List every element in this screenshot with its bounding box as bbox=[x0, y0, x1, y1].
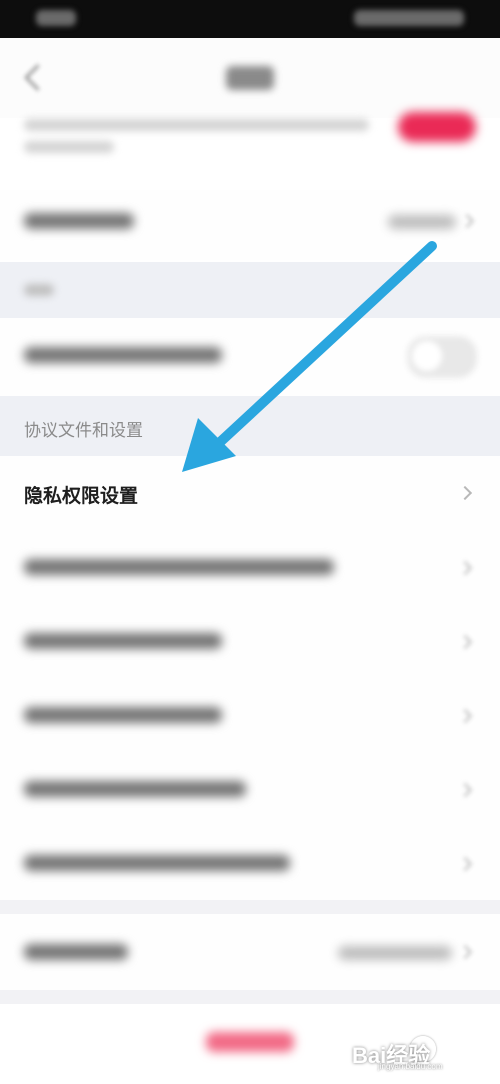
baidu-watermark: Bai经验 jingyan.baidu.com bbox=[352, 1036, 482, 1071]
pointer-arrow-icon bbox=[182, 241, 437, 472]
watermark-url: jingyan.baidu.com bbox=[378, 1062, 443, 1071]
